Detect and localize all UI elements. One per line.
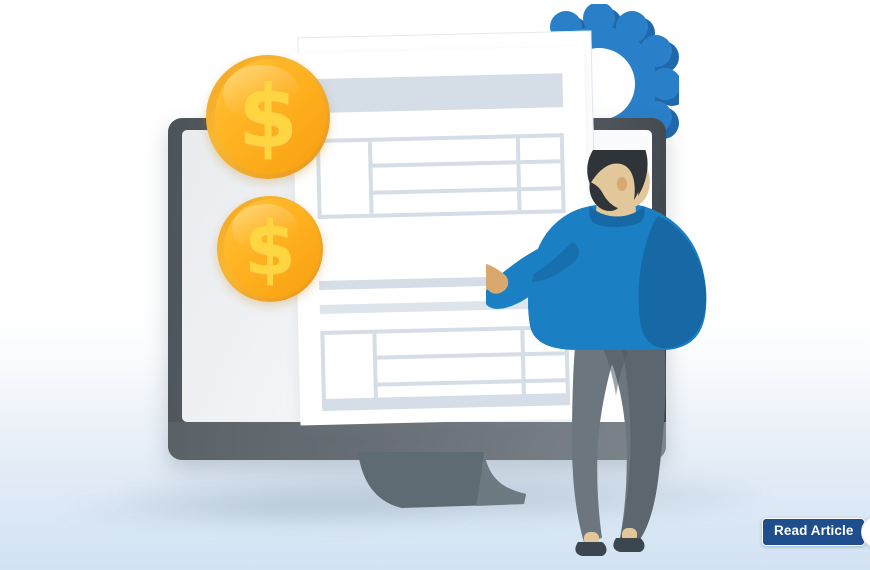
dollar-sign-icon: $ bbox=[238, 67, 298, 167]
standing-person-back-view bbox=[464, 133, 726, 560]
read-article-button[interactable]: Read Article bbox=[762, 518, 866, 546]
table-column-divider bbox=[372, 333, 379, 406]
person-pants bbox=[572, 318, 666, 542]
person-head bbox=[587, 133, 650, 211]
gold-coin-small: $ bbox=[217, 196, 323, 302]
gold-coin-large: $ bbox=[206, 55, 330, 179]
illustration-canvas: $ $ Read Article bbox=[0, 0, 870, 570]
table-column-divider bbox=[367, 141, 374, 214]
person-hand bbox=[464, 261, 509, 294]
dollar-sign-icon: $ bbox=[244, 206, 296, 292]
person-sweater bbox=[483, 203, 707, 350]
document-header-band bbox=[314, 73, 564, 114]
read-article-widget[interactable]: Read Article › bbox=[762, 516, 870, 548]
